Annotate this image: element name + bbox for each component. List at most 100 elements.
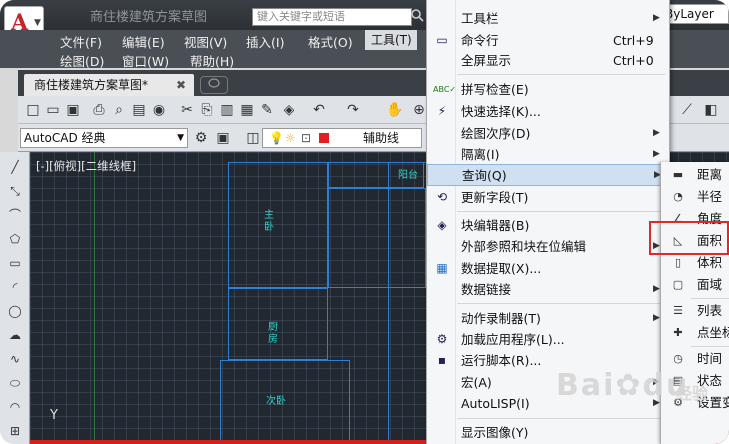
- match-properties-icon[interactable]: ✎: [258, 101, 276, 119]
- menu-separator: [457, 303, 665, 304]
- menu-item-quick-select[interactable]: ⚡ 快速选择(K)...: [427, 101, 669, 122]
- pan-hand-icon[interactable]: ✋: [386, 101, 404, 119]
- lightbulb-icon: 💡: [269, 131, 284, 145]
- circle-icon[interactable]: ◯: [6, 302, 24, 320]
- dimension-icon[interactable]: ⟋: [678, 101, 696, 119]
- room-label-kitchen: 厨房: [268, 322, 278, 345]
- arc-icon[interactable]: ◜: [6, 278, 24, 296]
- rectangle-icon[interactable]: ▭: [6, 254, 24, 272]
- submenu-item-radius[interactable]: ◔ 半径: [661, 186, 729, 208]
- redo-icon[interactable]: ↷: [344, 101, 362, 119]
- menu-item-block-editor[interactable]: ◈ 块编辑器(B): [427, 215, 669, 236]
- viewport-controls-label[interactable]: [-][俯视][二维线框]: [36, 158, 136, 174]
- menu-item-label: 绘图次序(D): [461, 126, 531, 141]
- chevron-down-icon: ▼: [34, 18, 41, 28]
- line-icon[interactable]: ╱: [6, 158, 24, 176]
- document-tab[interactable]: 商住楼建筑方案草图* ✖: [24, 74, 194, 96]
- menu-format[interactable]: 格式(O): [308, 32, 353, 51]
- undo-icon[interactable]: ↶: [310, 101, 328, 119]
- sun-icon: ☼: [285, 131, 296, 145]
- highlight-annotation-box: [649, 221, 729, 255]
- wall-segment: [388, 162, 428, 444]
- plot-icon[interactable]: ▤: [130, 101, 148, 119]
- room-label-master-bedroom: 主卧: [264, 210, 274, 233]
- layer-select[interactable]: 💡 ☼ ⊡ 辅助线: [262, 128, 422, 148]
- menu-insert[interactable]: 插入(I): [246, 32, 284, 51]
- region-mass-icon: ▢: [672, 278, 684, 291]
- search-input[interactable]: 键入关键字或短语: [252, 8, 412, 26]
- load-application-icon: ⚙: [436, 332, 448, 346]
- submenu-item-volume[interactable]: ▯ 体积: [661, 252, 729, 274]
- submenu-item-time[interactable]: ◷ 时间: [661, 348, 729, 370]
- menu-window[interactable]: 窗口(W): [122, 51, 169, 70]
- run-script-icon: ▪: [437, 353, 447, 367]
- menu-edit[interactable]: 编辑(E): [122, 32, 165, 51]
- menu-item-data-links[interactable]: 数据链接 ▶: [427, 279, 669, 300]
- new-tab-button[interactable]: [200, 76, 228, 94]
- ellipse-icon[interactable]: ⬭: [6, 374, 24, 392]
- construction-line-icon[interactable]: ⤡: [6, 182, 24, 200]
- close-icon[interactable]: ✖: [176, 74, 186, 96]
- menu-help[interactable]: 帮助(H): [190, 51, 234, 70]
- menu-tools[interactable]: 工具(T): [365, 30, 417, 50]
- room-label-second-bedroom: 次卧: [266, 396, 286, 407]
- menu-item-xref-inplace-edit[interactable]: 外部参照和块在位编辑 ▶: [427, 236, 669, 257]
- menu-item-fullscreen[interactable]: 全屏显示 Ctrl+0: [427, 50, 669, 71]
- baidu-watermark: Bai✿du 经验: [556, 368, 729, 412]
- ellipse-arc-icon[interactable]: ◠: [6, 398, 24, 416]
- save-icon[interactable]: ▣: [64, 101, 82, 119]
- search-icon[interactable]: [410, 8, 426, 26]
- menu-item-display-image[interactable]: 显示图像(Y): [427, 422, 669, 443]
- room-label-balcony: 阳台: [398, 170, 418, 181]
- menu-file[interactable]: 文件(F): [60, 32, 102, 51]
- polygon-icon[interactable]: ⬠: [6, 230, 24, 248]
- quick-select-icon: ⚡: [437, 104, 447, 118]
- menu-view[interactable]: 视图(V): [184, 32, 227, 51]
- spline-icon[interactable]: ∿: [6, 350, 24, 368]
- menu-item-label: 查询(Q): [462, 168, 507, 183]
- layer-properties-icon[interactable]: ◫: [244, 129, 262, 147]
- revcloud-icon[interactable]: ☁: [6, 326, 24, 344]
- menu-item-data-extraction[interactable]: ▦ 数据提取(X)...: [427, 258, 669, 279]
- submenu-item-id-point[interactable]: ✚ 点坐标: [661, 322, 729, 344]
- menu-item-command-line[interactable]: ▭ 命令行 Ctrl+9: [427, 30, 669, 51]
- menu-separator: [457, 418, 665, 419]
- submenu-item-list[interactable]: ☰ 列表: [661, 300, 729, 322]
- chevron-down-icon: ▼: [177, 133, 184, 143]
- menu-item-spell-check[interactable]: ABC✓ 拼写检查(E): [427, 79, 669, 100]
- menu-draw[interactable]: 绘图(D): [60, 51, 104, 70]
- workspace-settings-icon[interactable]: ▣: [214, 129, 232, 147]
- menu-separator: [457, 211, 665, 212]
- open-folder-icon[interactable]: ▭: [44, 101, 62, 119]
- room-master-bedroom: [228, 162, 328, 288]
- menu-item-load-application[interactable]: ⚙ 加载应用程序(L)...: [427, 329, 669, 350]
- submenu-item-distance[interactable]: ▬ 距离: [661, 164, 729, 186]
- polyline-icon[interactable]: ⌒: [6, 206, 24, 224]
- cut-icon[interactable]: ✂: [178, 101, 196, 119]
- workspace-select[interactable]: AutoCAD 经典 ▼: [20, 128, 188, 148]
- chevron-right-icon: ▶: [653, 13, 660, 23]
- block-editor-icon: ◈: [437, 218, 447, 232]
- block-icon[interactable]: ◈: [280, 101, 298, 119]
- menu-item-action-recorder[interactable]: 动作录制器(T) ▶: [427, 308, 669, 329]
- print-icon[interactable]: ⎙: [90, 101, 108, 119]
- paste-icon[interactable]: ▥: [218, 101, 236, 119]
- menu-item-inquiry[interactable]: 查询(Q) ▶: [427, 164, 669, 186]
- menu-item-toolbars[interactable]: 工具栏 ▶: [427, 8, 669, 29]
- gear-icon[interactable]: ⚙: [192, 129, 210, 147]
- menu-item-draw-order[interactable]: 绘图次序(D) ▶: [427, 123, 669, 144]
- submenu-item-label: 时间: [697, 351, 723, 366]
- submenu-item-region[interactable]: ▢ 面域: [661, 274, 729, 296]
- menu-item-label: 拼写检查(E): [461, 82, 529, 97]
- copy-icon[interactable]: ⎘: [198, 101, 216, 119]
- paste-special-icon[interactable]: ▦: [238, 101, 256, 119]
- annotation-icon[interactable]: ◧: [702, 101, 720, 119]
- new-file-icon[interactable]: □: [24, 101, 42, 119]
- menu-item-update-fields[interactable]: ⟲ 更新字段(T): [427, 187, 669, 208]
- publish-icon[interactable]: ◉: [150, 101, 168, 119]
- print-preview-icon[interactable]: ⌕: [110, 101, 128, 119]
- insert-block-icon[interactable]: ⊞: [6, 422, 24, 440]
- linetype-select[interactable]: ByLayer: [660, 4, 729, 24]
- menu-item-isolate[interactable]: 隔离(I) ▶: [427, 144, 669, 165]
- submenu-item-label: 点坐标: [697, 325, 729, 340]
